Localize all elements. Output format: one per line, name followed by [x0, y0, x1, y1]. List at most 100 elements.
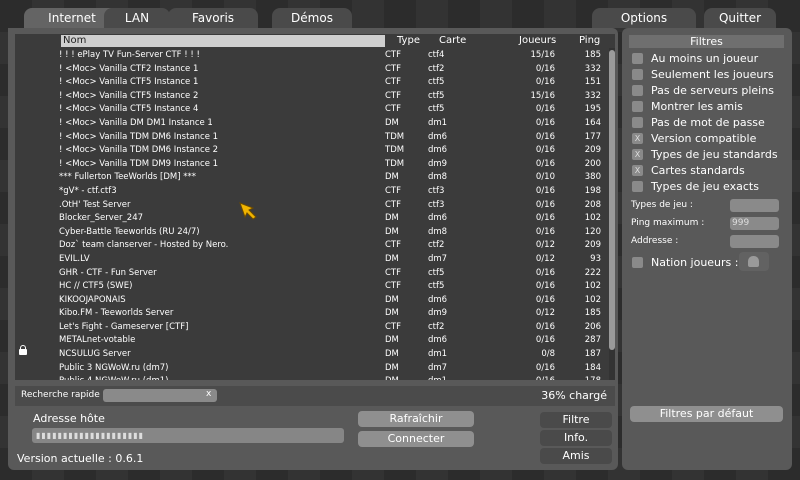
table-row[interactable]: Public 4 NGWoW.ru (dm1) DM dm1 0/16 178	[15, 375, 607, 380]
server-name: ! <Moc> Vanilla TDM DM6 Instance 2	[59, 145, 219, 156]
table-row[interactable]: ! ! ! ePlay TV Fun-Server CTF ! ! ! CTF ct…	[15, 49, 607, 63]
filter-option-label: Pas de serveurs pleins	[651, 84, 774, 97]
filter-option-label: Au moins un joueur	[651, 52, 759, 65]
server-map: ctf3	[428, 199, 445, 210]
server-ping: 222	[584, 267, 601, 278]
server-ping: 209	[584, 145, 601, 156]
table-row[interactable]: *gV* - ctf.ctf3 CTF ctf3 0/16 198	[15, 185, 607, 199]
server-ping: 200	[584, 158, 601, 169]
server-type: DM	[385, 308, 399, 319]
server-name: Public 4 NGWoW.ru (dm1)	[59, 375, 168, 380]
server-map: dm6	[428, 294, 448, 305]
nation-checkbox[interactable]	[632, 257, 643, 268]
table-row[interactable]: EVIL.LV DM dm7 0/12 93	[15, 253, 607, 267]
game-types-label: Types de jeu :	[631, 200, 693, 210]
filter-checkbox[interactable]: X	[632, 165, 643, 176]
table-row[interactable]: HC // CTF5 (SWE) CTF ctf5 0/16 102	[15, 280, 607, 294]
quick-search-input[interactable]	[103, 389, 217, 402]
default-filters-button[interactable]: Filtres par défaut	[630, 406, 783, 422]
filter-checkbox[interactable]	[632, 85, 643, 96]
table-row[interactable]: METALnet-votable DM dm6 0/16 287	[15, 334, 607, 348]
table-row[interactable]: *** Fullerton TeeWorlds [DM] *** DM dm8 0/1…	[15, 171, 607, 185]
server-map: ctf2	[428, 321, 445, 332]
table-row[interactable]: ! <Moc> Vanilla TDM DM9 Instance 1 TDM dm9…	[15, 158, 607, 172]
column-header-players[interactable]: Joueurs	[519, 35, 556, 46]
refresh-button[interactable]: Rafraîchir	[358, 411, 474, 427]
tab-demos[interactable]: Démos	[272, 8, 352, 28]
server-type: DM	[385, 253, 399, 264]
server-type: DM	[385, 335, 399, 346]
filter-checkbox[interactable]: X	[632, 149, 643, 160]
lock-icon	[19, 345, 27, 356]
server-players: 0/16	[535, 185, 555, 196]
table-row[interactable]: Kibo.FM - Teeworlds Server DM dm9 0/12 185	[15, 307, 607, 321]
server-name: EVIL.LV	[59, 253, 90, 264]
server-type: CTF	[385, 321, 402, 332]
filter-checkbox[interactable]	[632, 53, 643, 64]
table-row[interactable]: ! <Moc> Vanilla CTF5 Instance 1 CTF ctf5 0/…	[15, 76, 607, 90]
column-header-ping[interactable]: Ping	[579, 35, 600, 46]
column-header-map[interactable]: Carte	[439, 35, 466, 46]
flag-icon[interactable]	[739, 252, 769, 271]
list-scrollbar[interactable]	[609, 48, 615, 380]
server-ping: 332	[584, 63, 601, 74]
server-players: 0/16	[535, 63, 555, 74]
table-row[interactable]: ! <Moc> Vanilla TDM DM6 Instance 1 TDM dm6…	[15, 131, 607, 145]
server-map: dm9	[428, 308, 448, 319]
tab-favoris[interactable]: Favoris	[168, 8, 258, 28]
server-map: ctf3	[428, 185, 445, 196]
filter-option-label: Version compatible	[651, 132, 757, 145]
server-name: ! <Moc> Vanilla CTF5 Instance 2	[59, 90, 199, 101]
server-type: CTF	[385, 63, 402, 74]
game-types-input[interactable]	[730, 199, 779, 212]
server-type: CTF	[385, 185, 402, 196]
table-row[interactable]: .OtH' Test Server CTF ctf3 0/16 208	[15, 199, 607, 213]
table-row[interactable]: Let's Fight - Gameserver [CTF] CTF ctf2 0/1…	[15, 321, 607, 335]
server-players: 0/12	[535, 253, 555, 264]
table-row[interactable]: ! <Moc> Vanilla CTF5 Instance 4 CTF ctf5 0/…	[15, 103, 607, 117]
server-players: 0/16	[535, 77, 555, 88]
server-name: ! <Moc> Vanilla CTF5 Instance 4	[59, 104, 199, 115]
server-ping: 178	[567, 375, 601, 380]
table-row[interactable]: Blocker_Server_247 DM dm6 0/16 102	[15, 212, 607, 226]
filter-checkbox[interactable]	[632, 117, 643, 128]
table-row[interactable]: ! <Moc> Vanilla DM DM1 Instance 1 DM dm1 0/…	[15, 117, 607, 131]
scrollbar-thumb[interactable]	[609, 50, 615, 350]
tab-lan[interactable]: LAN	[104, 8, 170, 28]
server-type: TDM	[385, 158, 405, 169]
max-ping-label: Ping maximum :	[631, 218, 705, 228]
filter-checkbox[interactable]	[632, 181, 643, 192]
connect-button[interactable]: Connecter	[358, 431, 474, 447]
table-row[interactable]: ! <Moc> Vanilla CTF2 Instance 1 CTF ctf2 0/…	[15, 63, 607, 77]
server-name: Kibo.FM - Teeworlds Server	[59, 308, 174, 319]
column-header-type[interactable]: Type	[397, 35, 420, 46]
server-players: 0/16	[535, 199, 555, 210]
filter-checkbox[interactable]: X	[632, 133, 643, 144]
tab-options[interactable]: Options	[592, 8, 696, 28]
filter-checkbox[interactable]	[632, 101, 643, 112]
server-players: 0/10	[535, 172, 555, 183]
filter-tab-button[interactable]: Filtre	[540, 412, 612, 428]
loaded-status: 36% chargé	[541, 389, 607, 402]
table-row[interactable]: Doz` team clanserver - Hosted by Nero. CT…	[15, 239, 607, 253]
table-row[interactable]: Cyber-Battle Teeworlds (RU 24/7) DM dm8 0/1…	[15, 226, 607, 240]
table-row[interactable]: ! <Moc> Vanilla CTF5 Instance 2 CTF ctf5 15…	[15, 90, 607, 104]
table-row[interactable]: NCSULUG Server DM dm1 0/8 187	[15, 345, 607, 362]
host-address-input[interactable]: ▮▮▮▮▮▮▮▮▮▮▮▮▮▮▮▮▮▮▮▮	[32, 428, 344, 443]
address-input[interactable]	[730, 235, 779, 248]
clear-search-icon[interactable]: x	[206, 389, 211, 399]
filter-checkbox[interactable]	[632, 69, 643, 80]
table-row[interactable]: KIKOOJAPONAIS DM dm6 0/16 102	[15, 294, 607, 308]
filter-option-label: Cartes standards	[651, 164, 745, 177]
friends-tab-button[interactable]: Amis	[540, 448, 612, 464]
max-ping-input[interactable]: 999	[730, 217, 779, 230]
table-row[interactable]: GHR - CTF - Fun Server CTF ctf5 0/16 222	[15, 267, 607, 281]
info-tab-button[interactable]: Info.	[540, 430, 612, 446]
server-list: Nom Type Carte Joueurs Ping ! ! ! ePlay …	[15, 34, 615, 380]
server-map: dm1	[428, 349, 448, 360]
tab-quitter[interactable]: Quitter	[704, 8, 776, 28]
table-row[interactable]: ! <Moc> Vanilla TDM DM6 Instance 2 TDM dm6…	[15, 144, 607, 158]
table-row[interactable]: Public 3 NGWoW.ru (dm7) DM dm7 0/16 184	[15, 362, 607, 376]
server-name: *gV* - ctf.ctf3	[59, 185, 117, 196]
column-header-name[interactable]: Nom	[61, 35, 385, 47]
